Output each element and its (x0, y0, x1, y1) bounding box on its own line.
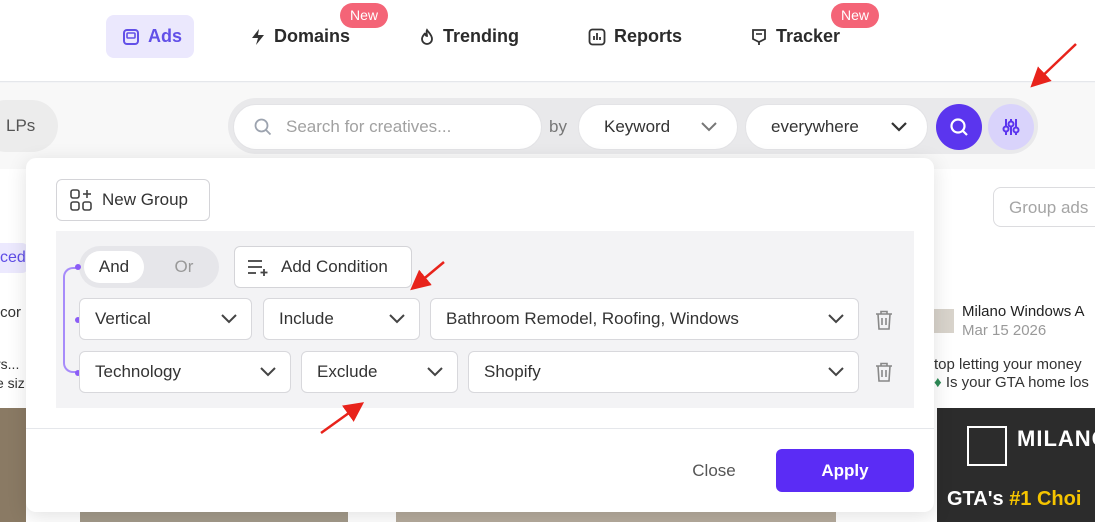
fire-icon (421, 27, 433, 45)
connector-dot (75, 264, 81, 270)
ad-text-line: top letting your money (934, 356, 1082, 373)
condition-value: Shopify (484, 362, 541, 381)
logic-or-option[interactable]: Or (160, 251, 208, 283)
nav-reports[interactable]: Reports (588, 15, 682, 58)
search-row: LPs by Keyword everywhere (0, 83, 1095, 169)
condition-value: Bathroom Remodel, Roofing, Windows (446, 309, 739, 328)
logic-and-option[interactable]: And (84, 251, 144, 283)
search-input[interactable] (286, 117, 526, 137)
advertiser-avatar (934, 309, 954, 333)
left-card-text-line: e siz (0, 375, 25, 391)
chart-icon (588, 28, 606, 45)
search-icon (254, 118, 272, 136)
ad-text-line2: Is your GTA home los (945, 374, 1089, 391)
brand-tagline-highlight: #1 Choi (1009, 488, 1082, 510)
ad-date: Mar 15 2026 (962, 322, 1047, 339)
condition-field-select[interactable]: Vertical (79, 298, 252, 340)
house-emoji-icon: ♦ (934, 374, 942, 391)
nav-reports-label: Reports (614, 26, 683, 46)
new-group-icon (70, 189, 92, 211)
group-ads-input[interactable]: Group ads (993, 187, 1095, 227)
nav-domains-label: Domains (274, 26, 351, 46)
ad-text: top letting your money ♦ Is your GTA hom… (934, 356, 1089, 392)
bolt-icon (252, 28, 264, 45)
apply-button[interactable]: Apply (776, 449, 914, 492)
chevron-down-icon (701, 122, 717, 132)
filter-button[interactable] (988, 104, 1034, 150)
left-card-domain: .cor (0, 304, 22, 321)
top-navigation: Ads Domains New Trending Reports Tracker… (0, 0, 1095, 82)
condition-operator-select[interactable]: Exclude (301, 351, 458, 393)
left-card-text-line: rs... (0, 356, 20, 372)
search-button[interactable] (936, 104, 982, 150)
ads-icon (123, 28, 139, 45)
condition-field-value: Vertical (95, 309, 151, 328)
chevron-down-icon (221, 314, 237, 324)
add-list-icon (248, 260, 268, 276)
new-group-button[interactable]: New Group (56, 179, 210, 221)
by-label: by (549, 117, 567, 136)
condition-field-select[interactable]: Technology (79, 351, 291, 393)
lps-tab[interactable]: LPs (0, 100, 58, 152)
search-scope-value: everywhere (771, 117, 859, 136)
new-badge: New (831, 3, 880, 28)
nav-trending[interactable]: Trending (419, 15, 519, 58)
new-group-label: New Group (102, 190, 188, 209)
nav-domains[interactable]: Domains (250, 15, 350, 58)
condition-value-select[interactable]: Bathroom Remodel, Roofing, Windows (430, 298, 859, 340)
condition-operator-select[interactable]: Include (263, 298, 420, 340)
brand-name: MILANO (1017, 426, 1095, 451)
left-card-text: rs... e siz (0, 355, 25, 393)
sliders-icon (1002, 119, 1020, 135)
tracker-icon (752, 28, 766, 45)
add-condition-label: Add Condition (281, 257, 388, 276)
brand-tagline-prefix: GTA's (947, 488, 1004, 510)
search-icon (950, 118, 968, 136)
trash-icon[interactable] (872, 360, 896, 384)
search-field-value: Keyword (604, 117, 671, 136)
add-condition-button[interactable]: Add Condition (234, 246, 412, 288)
chevron-down-icon (427, 367, 443, 377)
trash-icon[interactable] (872, 308, 896, 332)
search-box[interactable] (233, 104, 542, 150)
nav-ads-label: Ads (148, 26, 183, 46)
advertiser-name[interactable]: Milano Windows A (962, 303, 1085, 320)
new-badge: New (340, 3, 389, 28)
ad-text-line: ♦ Is your GTA home los (934, 374, 1089, 392)
nav-tracker-label: Tracker (776, 26, 841, 46)
search-scope-select[interactable]: everywhere (745, 104, 928, 150)
condition-operator-value: Include (279, 309, 334, 328)
brand-tagline: GTA's #1 Choi (947, 488, 1081, 511)
advanced-tab[interactable]: ced (0, 243, 28, 273)
condition-field-value: Technology (95, 362, 182, 381)
left-card-image (0, 408, 26, 522)
condition-operator-value: Exclude (317, 362, 378, 381)
chevron-down-icon (389, 314, 405, 324)
popup-divider (26, 428, 934, 429)
milano-logo (967, 426, 1007, 466)
nav-tracker[interactable]: Tracker (750, 15, 840, 58)
chevron-down-icon (891, 122, 907, 132)
ad-creative-image[interactable]: MILANO GTA's #1 Choi (937, 408, 1095, 522)
close-button[interactable]: Close (675, 455, 753, 487)
nav-ads[interactable]: Ads (106, 15, 194, 58)
chevron-down-icon (828, 314, 844, 324)
nav-trending-label: Trending (443, 26, 519, 46)
chevron-down-icon (828, 367, 844, 377)
chevron-down-icon (260, 367, 276, 377)
search-field-select[interactable]: Keyword (578, 104, 738, 150)
condition-value-select[interactable]: Shopify (468, 351, 859, 393)
